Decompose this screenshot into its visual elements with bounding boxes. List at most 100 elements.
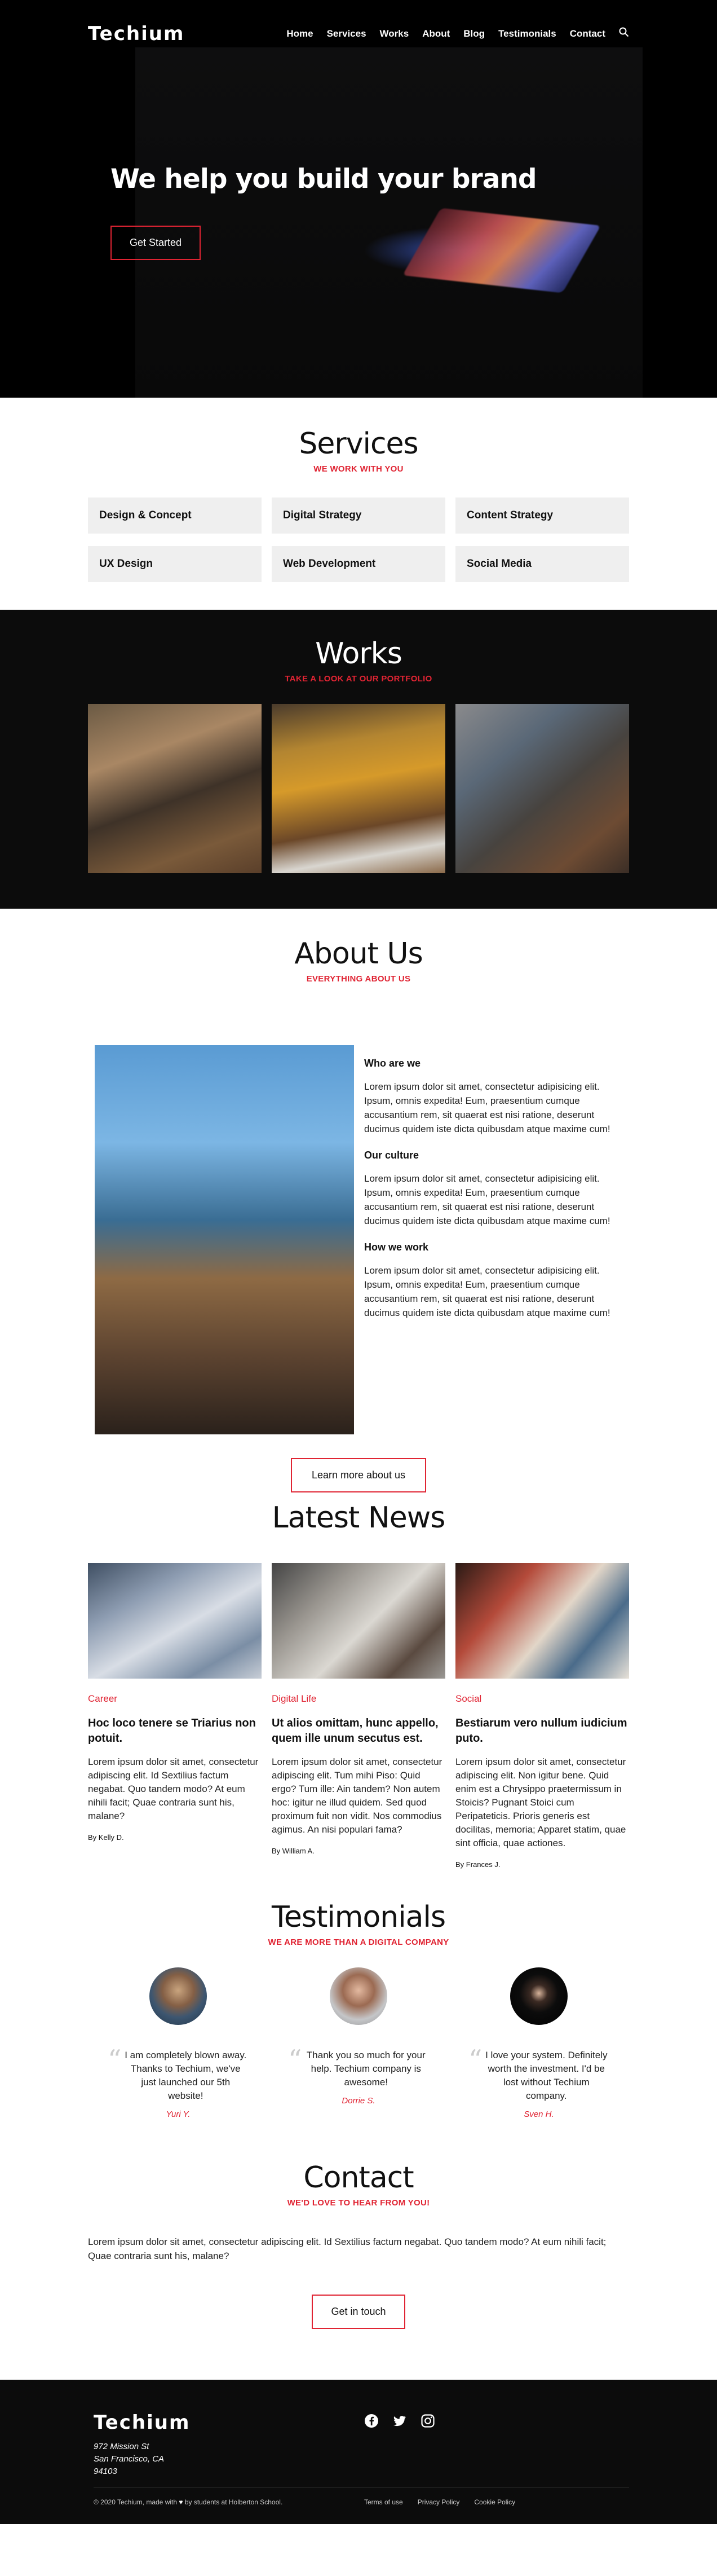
- testimonials-section: Testimonials WE ARE MORE THAN A DIGITAL …: [0, 1879, 717, 2155]
- testimonial-quote: “ Thank you so much for your help. Techi…: [288, 2044, 429, 2089]
- testimonial-quote: “ I am completely blown away. Thanks to …: [108, 2044, 249, 2103]
- works-subtitle: TAKE A LOOK AT OUR PORTFOLIO: [285, 674, 432, 684]
- about-text-who: Lorem ipsum dolor sit amet, consectetur …: [364, 1081, 610, 1134]
- footer: Techium 972 Mission St San Francisco, CA…: [0, 2380, 717, 2524]
- nav-works[interactable]: Works: [380, 28, 409, 39]
- quote-icon: “: [288, 2044, 302, 2076]
- get-started-button[interactable]: Get Started: [110, 226, 201, 260]
- news-image-book[interactable]: [455, 1563, 629, 1679]
- testimonial-text: I am completely blown away. Thanks to Te…: [125, 2050, 247, 2101]
- testimonial-author: Dorrie S.: [342, 2096, 375, 2106]
- facebook-icon[interactable]: [364, 2414, 379, 2428]
- about-text: Who are we Lorem ipsum dolor sit amet, c…: [364, 1058, 629, 1333]
- news-excerpt: Lorem ipsum dolor sit amet, consectetur …: [272, 1756, 442, 1835]
- about-heading-how: How we work: [364, 1241, 429, 1253]
- about-section: About Us EVERYTHING ABOUT US Who are we …: [0, 909, 717, 1492]
- nav-blog[interactable]: Blog: [463, 28, 485, 39]
- avatar: [149, 1967, 207, 2025]
- news-card: Social Bestiarum vero nullum iudicium pu…: [455, 1563, 629, 1869]
- heart-icon: ♥: [179, 2498, 183, 2506]
- testimonial-author: Yuri Y.: [166, 2110, 191, 2119]
- brand-logo[interactable]: Techium: [88, 23, 184, 45]
- news-image-newspapers[interactable]: [88, 1563, 262, 1679]
- work-image-laptop[interactable]: [272, 704, 445, 873]
- laptop-glow: [402, 208, 601, 293]
- services-section: Services WE WORK WITH YOU Design & Conce…: [0, 398, 717, 610]
- hero-headline: We help you build your brand: [110, 164, 537, 195]
- testimonial-card: “ I am completely blown away. Thanks to …: [88, 1967, 268, 2119]
- testimonial-quote: “ I love your system. Definitely worth t…: [468, 2044, 609, 2103]
- about-title: About Us: [294, 937, 423, 971]
- testimonials-grid: “ I am completely blown away. Thanks to …: [88, 1967, 629, 2119]
- about-heading-culture: Our culture: [364, 1150, 419, 1161]
- search-icon[interactable]: [619, 27, 629, 40]
- nav-about[interactable]: About: [422, 28, 450, 39]
- news-excerpt: Lorem ipsum dolor sit amet, consectetur …: [88, 1756, 259, 1821]
- about-building-image: [95, 1045, 354, 1434]
- news-category[interactable]: Social: [455, 1693, 629, 1705]
- news-card: Career Hoc loco tenere se Triarius non p…: [88, 1563, 262, 1869]
- service-web-development[interactable]: Web Development: [272, 546, 445, 582]
- avatar: [510, 1967, 568, 2025]
- service-design-concept[interactable]: Design & Concept: [88, 497, 262, 534]
- instagram-icon[interactable]: [421, 2414, 435, 2428]
- cookie-link[interactable]: Cookie Policy: [474, 2498, 515, 2506]
- get-in-touch-button[interactable]: Get in touch: [312, 2295, 405, 2329]
- address-line: 972 Mission St: [94, 2442, 149, 2451]
- works-grid: [88, 704, 629, 873]
- about-text-culture: Lorem ipsum dolor sit amet, consectetur …: [364, 1173, 610, 1226]
- testimonials-subtitle: WE ARE MORE THAN A DIGITAL COMPANY: [268, 1937, 449, 1947]
- news-headline[interactable]: Ut alios omittam, hunc appello, quem ill…: [272, 1716, 445, 1746]
- testimonial-author: Sven H.: [524, 2110, 554, 2119]
- copyright: © 2020 Techium, made with ♥ by students …: [94, 2498, 282, 2506]
- service-social-media[interactable]: Social Media: [455, 546, 629, 582]
- social-links: [364, 2414, 435, 2428]
- works-title: Works: [315, 637, 402, 671]
- about-text-how: Lorem ipsum dolor sit amet, consectetur …: [364, 1265, 610, 1318]
- hero-laptop-image: [135, 47, 643, 398]
- services-grid: Design & Concept Digital Strategy Conten…: [88, 497, 629, 582]
- contact-subtitle: WE'D LOVE TO HEAR FROM YOU!: [287, 2198, 430, 2208]
- news-grid: Career Hoc loco tenere se Triarius non p…: [88, 1563, 629, 1869]
- privacy-link[interactable]: Privacy Policy: [418, 2498, 460, 2506]
- footer-address: 972 Mission St San Francisco, CA 94103: [94, 2441, 164, 2478]
- top-nav: Techium Home Services Works About Blog T…: [0, 0, 717, 68]
- work-image-writing[interactable]: [455, 704, 629, 873]
- nav-services[interactable]: Services: [327, 28, 366, 39]
- testimonial-card: “ I love your system. Definitely worth t…: [449, 1967, 629, 2119]
- works-section: Works TAKE A LOOK AT OUR PORTFOLIO: [0, 610, 717, 909]
- service-ux-design[interactable]: UX Design: [88, 546, 262, 582]
- avatar: [330, 1967, 387, 2025]
- news-image-magazine[interactable]: [272, 1563, 445, 1679]
- twitter-icon[interactable]: [392, 2414, 407, 2428]
- nav-contact[interactable]: Contact: [570, 28, 605, 39]
- quote-icon: “: [108, 2044, 122, 2076]
- about-heading-who: Who are we: [364, 1058, 421, 1069]
- testimonial-text: Thank you so much for your help. Techium…: [306, 2050, 426, 2088]
- copyright-text: © 2020 Techium, made with: [94, 2498, 178, 2506]
- nav-menu: Home Services Works About Blog Testimoni…: [286, 27, 629, 40]
- learn-more-button[interactable]: Learn more about us: [291, 1458, 426, 1492]
- nav-home[interactable]: Home: [286, 28, 313, 39]
- services-title: Services: [299, 427, 418, 461]
- terms-link[interactable]: Terms of use: [364, 2498, 403, 2506]
- nav-testimonials[interactable]: Testimonials: [498, 28, 556, 39]
- testimonial-text: I love your system. Definitely worth the…: [485, 2050, 608, 2101]
- service-content-strategy[interactable]: Content Strategy: [455, 497, 629, 534]
- copyright-credit: by students at Holberton School.: [184, 2498, 283, 2506]
- news-category[interactable]: Digital Life: [272, 1693, 445, 1705]
- contact-text: Lorem ipsum dolor sit amet, consectetur …: [88, 2236, 607, 2261]
- footer-logo[interactable]: Techium: [94, 2411, 190, 2434]
- contact-section: Contact WE'D LOVE TO HEAR FROM YOU! Lore…: [0, 2155, 717, 2380]
- work-image-meeting[interactable]: [88, 704, 262, 873]
- news-section: Latest News Career Hoc loco tenere se Tr…: [0, 1473, 717, 1879]
- news-category[interactable]: Career: [88, 1693, 262, 1705]
- testimonials-title: Testimonials: [271, 1900, 446, 1934]
- quote-icon: “: [468, 2044, 483, 2076]
- news-headline[interactable]: Bestiarum vero nullum iudicium puto.: [455, 1716, 629, 1746]
- news-headline[interactable]: Hoc loco tenere se Triarius non potuit.: [88, 1716, 262, 1746]
- about-subtitle: EVERYTHING ABOUT US: [306, 974, 411, 984]
- service-digital-strategy[interactable]: Digital Strategy: [272, 497, 445, 534]
- contact-title: Contact: [303, 2161, 414, 2195]
- testimonial-card: “ Thank you so much for your help. Techi…: [268, 1967, 449, 2119]
